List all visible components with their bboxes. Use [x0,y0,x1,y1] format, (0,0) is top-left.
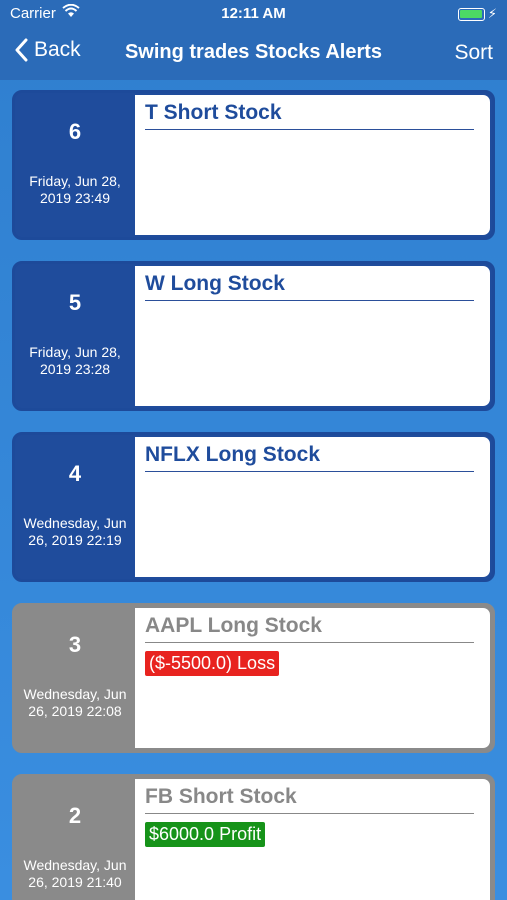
alert-card[interactable]: 6 Friday, Jun 28, 2019 23:49 T Short Sto… [12,90,495,240]
alert-meta: 2 Wednesday, Jun 26, 2019 21:40 [15,777,135,900]
alert-title: NFLX Long Stock [145,443,474,472]
alert-number: 3 [68,632,82,657]
alert-title: AAPL Long Stock [145,614,474,643]
alert-title: T Short Stock [145,101,474,130]
alert-date: Wednesday, Jun 26, 2019 22:08 [23,686,127,719]
alert-card[interactable]: 4 Wednesday, Jun 26, 2019 22:19 NFLX Lon… [12,432,495,582]
alert-number: 4 [68,461,82,486]
alert-meta: 3 Wednesday, Jun 26, 2019 22:08 [15,606,135,750]
back-button[interactable]: Back [14,38,81,62]
alert-body: NFLX Long Stock [135,437,490,577]
alert-number: 5 [68,290,82,315]
battery-icon: ⚡ [457,6,497,22]
alert-date: Wednesday, Jun 26, 2019 22:19 [23,515,127,548]
alert-title: W Long Stock [145,272,474,301]
alert-body: FB Short Stock $6000.0 Profit [135,779,490,900]
alert-number: 6 [68,119,82,144]
alert-card[interactable]: 5 Friday, Jun 28, 2019 23:28 W Long Stoc… [12,261,495,411]
profit-badge: $6000.0 Profit [145,822,266,847]
alert-date: Friday, Jun 28, 2019 23:28 [29,344,121,377]
loss-badge: ($-5500.0) Loss [145,651,280,676]
page-title: Swing trades Stocks Alerts [124,41,383,63]
alert-body: W Long Stock [135,266,490,406]
alert-card[interactable]: 3 Wednesday, Jun 26, 2019 22:08 AAPL Lon… [12,603,495,753]
alert-meta: 6 Friday, Jun 28, 2019 23:49 [15,93,135,237]
alert-date: Wednesday, Jun 26, 2019 21:40 [23,857,127,890]
navigation-bar: Back Swing trades Stocks Alerts Sort [0,28,507,80]
alert-title: FB Short Stock [145,785,474,814]
status-time: 12:11 AM [221,5,286,22]
status-bar: Carrier 12:11 AM ⚡ [0,0,507,28]
alert-number: 2 [68,803,82,828]
alert-meta: 4 Wednesday, Jun 26, 2019 22:19 [15,435,135,579]
charging-bolt-icon: ⚡ [487,6,497,21]
chevron-left-icon [15,38,28,62]
alert-body: AAPL Long Stock ($-5500.0) Loss [135,608,490,748]
sort-button[interactable]: Sort [454,41,493,65]
back-label: Back [34,38,81,61]
alerts-list[interactable]: 6 Friday, Jun 28, 2019 23:49 T Short Sto… [0,80,507,900]
alert-body: T Short Stock [135,95,490,235]
alert-meta: 5 Friday, Jun 28, 2019 23:28 [15,264,135,408]
alert-card[interactable]: 2 Wednesday, Jun 26, 2019 21:40 FB Short… [12,774,495,900]
alert-date: Friday, Jun 28, 2019 23:49 [29,173,121,206]
